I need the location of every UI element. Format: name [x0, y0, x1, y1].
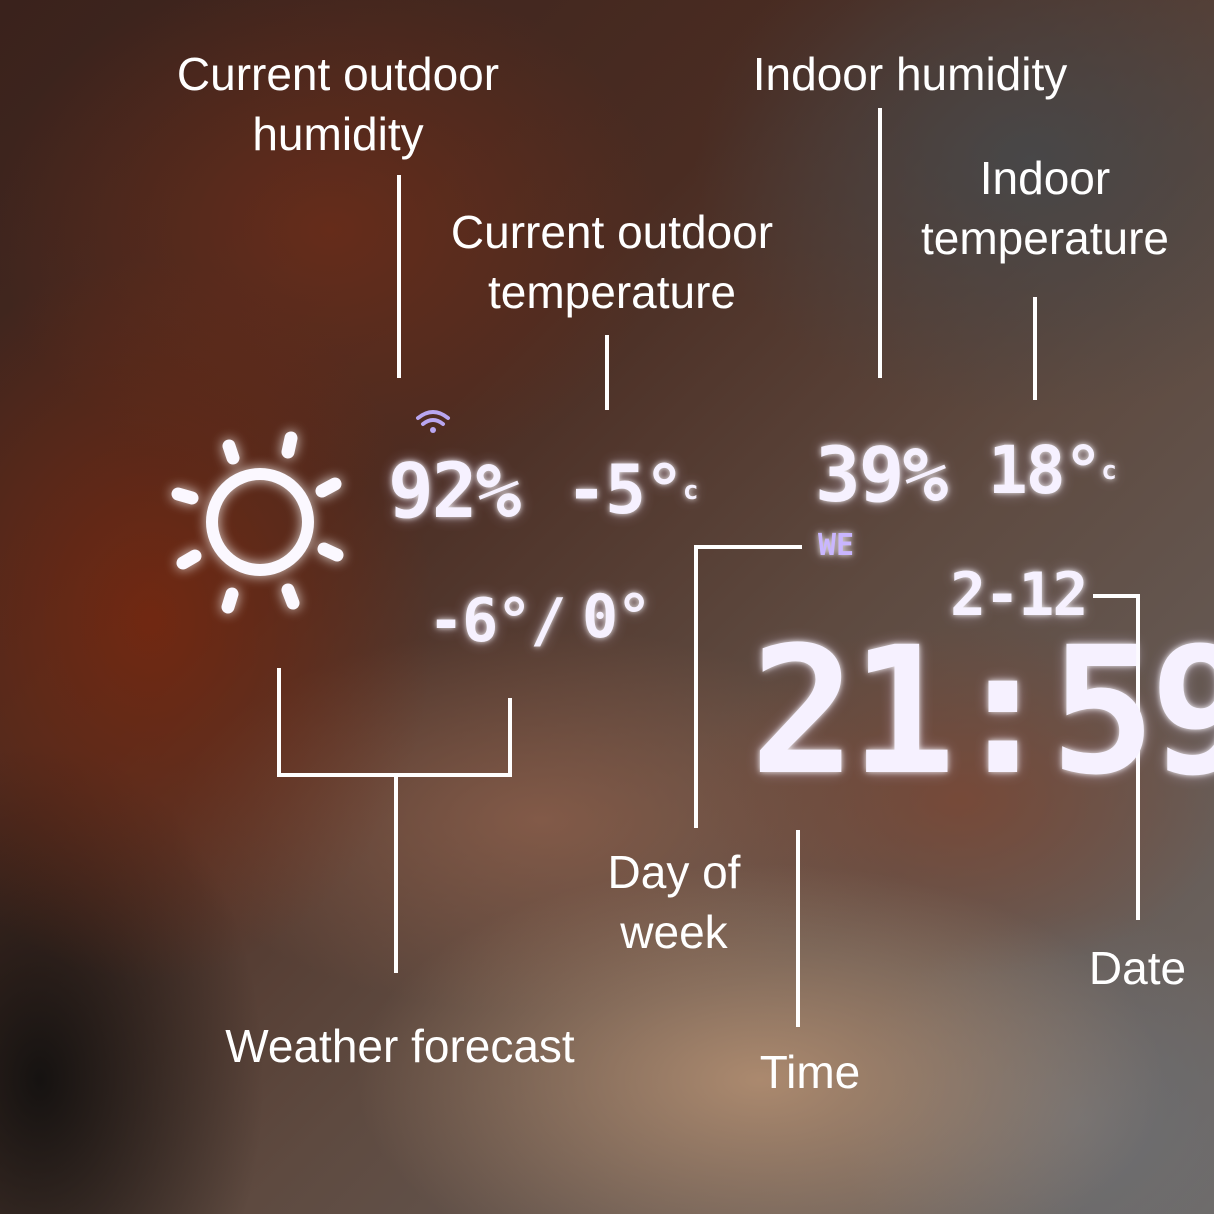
outdoor-temperature-unit: c — [682, 476, 699, 506]
forecast-low-value: -6°/ — [428, 586, 566, 656]
indoor-temperature-unit: c — [1101, 456, 1117, 486]
indoor-temperature-number: 18° — [988, 432, 1103, 509]
outdoor-temperature-number: -5° — [566, 451, 685, 530]
outdoor-temperature-value: -5°c — [566, 446, 698, 536]
indoor-humidity-value: 39% — [815, 430, 948, 519]
day-of-week-value: WE — [818, 528, 855, 563]
forecast-high-value: 0° — [582, 582, 652, 652]
time-value: 21:59 — [750, 609, 1214, 814]
outdoor-humidity-value: 92% — [388, 446, 521, 535]
photo-background: Current outdoor humidity Current outdoor… — [0, 0, 1214, 1214]
indoor-temperature-value: 18°c — [988, 428, 1117, 514]
